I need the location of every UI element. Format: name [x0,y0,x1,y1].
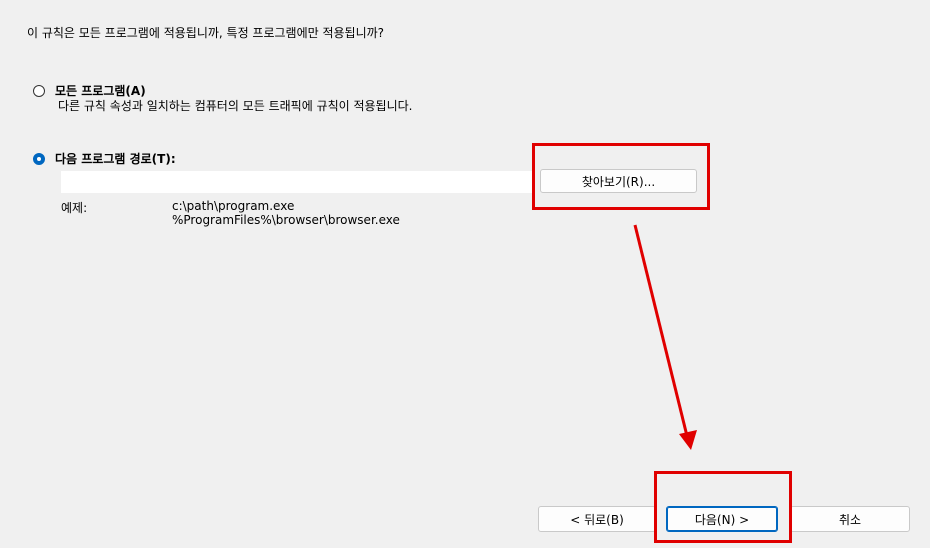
back-button[interactable]: < 뒤로(B) [538,506,656,532]
arrow-head-icon [679,430,697,450]
example-line-1: c:\path\program.exe [172,199,295,213]
cancel-button[interactable]: 취소 [790,506,910,532]
program-path-input[interactable] [61,171,532,193]
example-values: c:\path\program.exe %ProgramFiles%\brows… [172,199,400,227]
all-programs-description: 다른 규칙 속성과 일치하는 컴퓨터의 모든 트래픽에 규칙이 적용됩니다. [58,99,413,113]
radio-program-path-indicator[interactable] [33,152,45,165]
arrow-line [633,224,689,437]
radio-all-programs-indicator[interactable] [33,84,45,97]
wizard-page: 이 규칙은 모든 프로그램에 적용됩니까, 특정 프로그램에만 적용됩니까? 모… [0,0,930,548]
radio-program-path[interactable]: 다음 프로그램 경로(T): [33,150,176,167]
radio-program-path-label[interactable]: 다음 프로그램 경로(T): [55,150,176,167]
browse-button[interactable]: 찾아보기(R)... [540,169,697,193]
example-label: 예제: [61,201,88,215]
next-button[interactable]: 다음(N) > [666,506,778,532]
page-question: 이 규칙은 모든 프로그램에 적용됩니까, 특정 프로그램에만 적용됩니까? [27,26,385,40]
example-line-2: %ProgramFiles%\browser\browser.exe [172,213,400,227]
